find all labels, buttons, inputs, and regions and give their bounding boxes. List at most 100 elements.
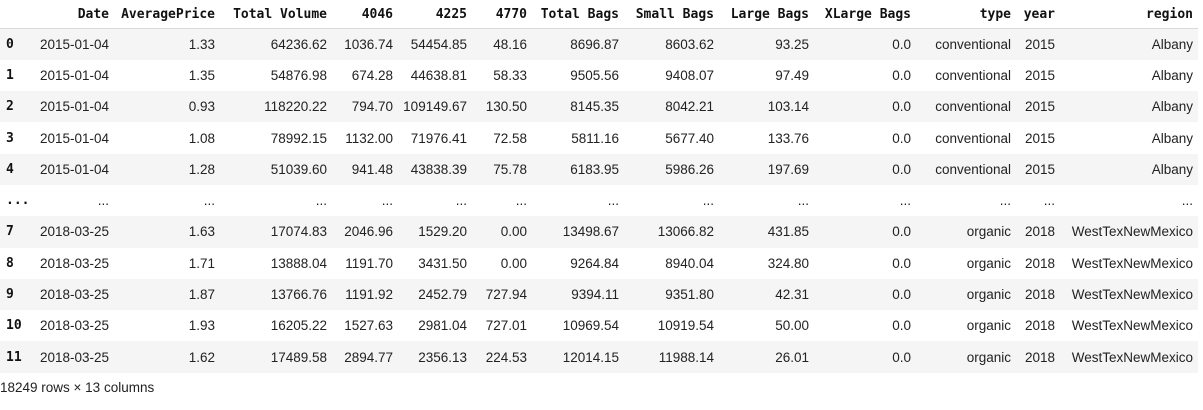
column-header: 4770	[472, 0, 532, 29]
table-cell: 0.93	[188, 99, 215, 115]
table-cell: organic	[966, 287, 1011, 303]
table-cell: ...	[899, 193, 911, 209]
table-row: 10 2018-03-25 1.93 16205.22 1527.63 2981.04 72…	[0, 310, 1198, 342]
table-cell: 2018-03-25	[39, 224, 109, 240]
table-row: 7 2018-03-25 1.63 17074.83 2046.96 1529.20 0.0…	[0, 216, 1198, 248]
table-cell: ...	[607, 193, 619, 209]
table-cell: 75.78	[493, 161, 527, 177]
table-row: 3 2015-01-04 1.08 78992.15 1132.00 71976.41 72…	[0, 122, 1198, 154]
table-cell: 54876.98	[270, 67, 327, 83]
table-cell: 13498.67	[562, 224, 619, 240]
table-cell: 2894.77	[344, 349, 393, 365]
table-cell: Albany	[1151, 36, 1193, 52]
column-header: Total Bags	[532, 0, 624, 29]
table-cell: 2015	[1024, 99, 1055, 115]
table-cell: 9264.84	[570, 255, 619, 271]
row-index: 1	[6, 67, 14, 83]
table-cell: WestTexNewMexico	[1071, 287, 1193, 303]
table-cell: 16205.22	[270, 318, 327, 334]
table-cell: conventional	[935, 161, 1011, 177]
row-index: 4	[6, 161, 14, 177]
table-cell: conventional	[935, 67, 1011, 83]
table-cell: 2015	[1024, 67, 1055, 83]
column-header: type	[916, 0, 1016, 29]
row-index: ...	[6, 193, 30, 209]
table-cell: 2015	[1024, 130, 1055, 146]
table-cell: 2015-01-04	[39, 99, 109, 115]
table-row: 2 2015-01-04 0.93 118220.22 794.70 109149.67 1…	[0, 91, 1198, 123]
table-cell: 1.63	[188, 224, 215, 240]
table-cell: 1.71	[188, 255, 215, 271]
table-cell: 109149.67	[403, 99, 467, 115]
table-cell: 103.14	[767, 99, 809, 115]
table-cell: Albany	[1151, 67, 1193, 83]
table-cell: 727.94	[485, 287, 527, 303]
table-cell: Albany	[1151, 130, 1193, 146]
table-header-row: Date AveragePrice Total Volume 4046 4225 4770…	[0, 0, 1198, 29]
column-header: year	[1016, 0, 1060, 29]
table-cell: 1.35	[188, 67, 215, 83]
table-cell: 8145.35	[570, 99, 619, 115]
table-cell: 0.0	[892, 349, 911, 365]
row-index: 7	[6, 224, 14, 240]
table-cell: 0.00	[500, 224, 527, 240]
row-index: 10	[6, 318, 22, 334]
column-header: Small Bags	[624, 0, 719, 29]
table-cell: 1527.63	[344, 318, 393, 334]
table-cell: Albany	[1151, 99, 1193, 115]
table-cell: 0.0	[892, 99, 911, 115]
table-cell: 2981.04	[418, 318, 467, 334]
table-cell: 5811.16	[571, 130, 619, 146]
table-cell: 10969.54	[562, 318, 619, 334]
table-cell: 197.69	[767, 161, 809, 177]
table-cell: 0.0	[892, 255, 911, 271]
table-cell: 130.50	[485, 99, 527, 115]
table-cell: 0.00	[500, 255, 527, 271]
table-cell: 2018-03-25	[39, 349, 109, 365]
table-cell: organic	[966, 318, 1011, 334]
table-cell: 72.58	[493, 130, 527, 146]
table-cell: conventional	[935, 99, 1011, 115]
row-index: 8	[6, 255, 14, 271]
table-cell: 9394.11	[571, 287, 619, 303]
table-cell: 50.00	[775, 318, 809, 334]
table-cell: 0.0	[892, 67, 911, 83]
table-cell: 2015-01-04	[39, 130, 109, 146]
row-index: 11	[6, 349, 22, 365]
table-row: 9 2018-03-25 1.87 13766.76 1191.92 2452.79 727…	[0, 278, 1198, 311]
table-cell: 941.48	[351, 161, 393, 177]
table-cell: 1.87	[188, 287, 215, 303]
table-cell: 17074.83	[270, 224, 327, 240]
table-cell: ...	[515, 193, 527, 209]
table-cell: 1191.92	[345, 287, 393, 303]
table-cell: ...	[97, 193, 109, 209]
table-cell: 2018	[1024, 349, 1055, 365]
table-cell: 1.28	[188, 161, 215, 177]
table-cell: 42.31	[775, 287, 809, 303]
table-cell: 224.53	[485, 349, 527, 365]
table-cell: 1132.00	[345, 130, 393, 146]
table-cell: ...	[999, 193, 1011, 209]
table-cell: 3431.50	[418, 255, 467, 271]
table-row: 8 2018-03-25 1.71 13888.04 1191.70 3431.50 0.0…	[0, 247, 1198, 279]
table-row: 0 2015-01-04 1.33 64236.62 1036.74 54454.85 48…	[0, 28, 1198, 60]
table-cell: 13888.04	[270, 255, 327, 271]
row-index: 0	[6, 36, 14, 52]
table-cell: 2015	[1024, 36, 1055, 52]
table-row: 11 2018-03-25 1.62 17489.58 2894.77 2356.13 22…	[0, 341, 1198, 373]
table-cell: 43838.39	[410, 161, 467, 177]
table-cell: 58.33	[493, 67, 527, 83]
table-cell: 0.0	[892, 130, 911, 146]
table-cell: 17489.58	[270, 349, 327, 365]
table-cell: 0.0	[892, 161, 911, 177]
table-cell: 2018	[1024, 318, 1055, 334]
column-header: region	[1060, 0, 1198, 29]
column-header: Total Volume	[220, 0, 332, 29]
table-cell: 2018-03-25	[39, 255, 109, 271]
table-cell: WestTexNewMexico	[1071, 318, 1193, 334]
table-cell: 1.08	[188, 130, 215, 146]
table-cell: ...	[702, 193, 714, 209]
column-header: 4046	[332, 0, 398, 29]
table-cell: 1529.20	[418, 224, 467, 240]
table-row: 1 2015-01-04 1.35 54876.98 674.28 44638.81 58.…	[0, 59, 1198, 92]
